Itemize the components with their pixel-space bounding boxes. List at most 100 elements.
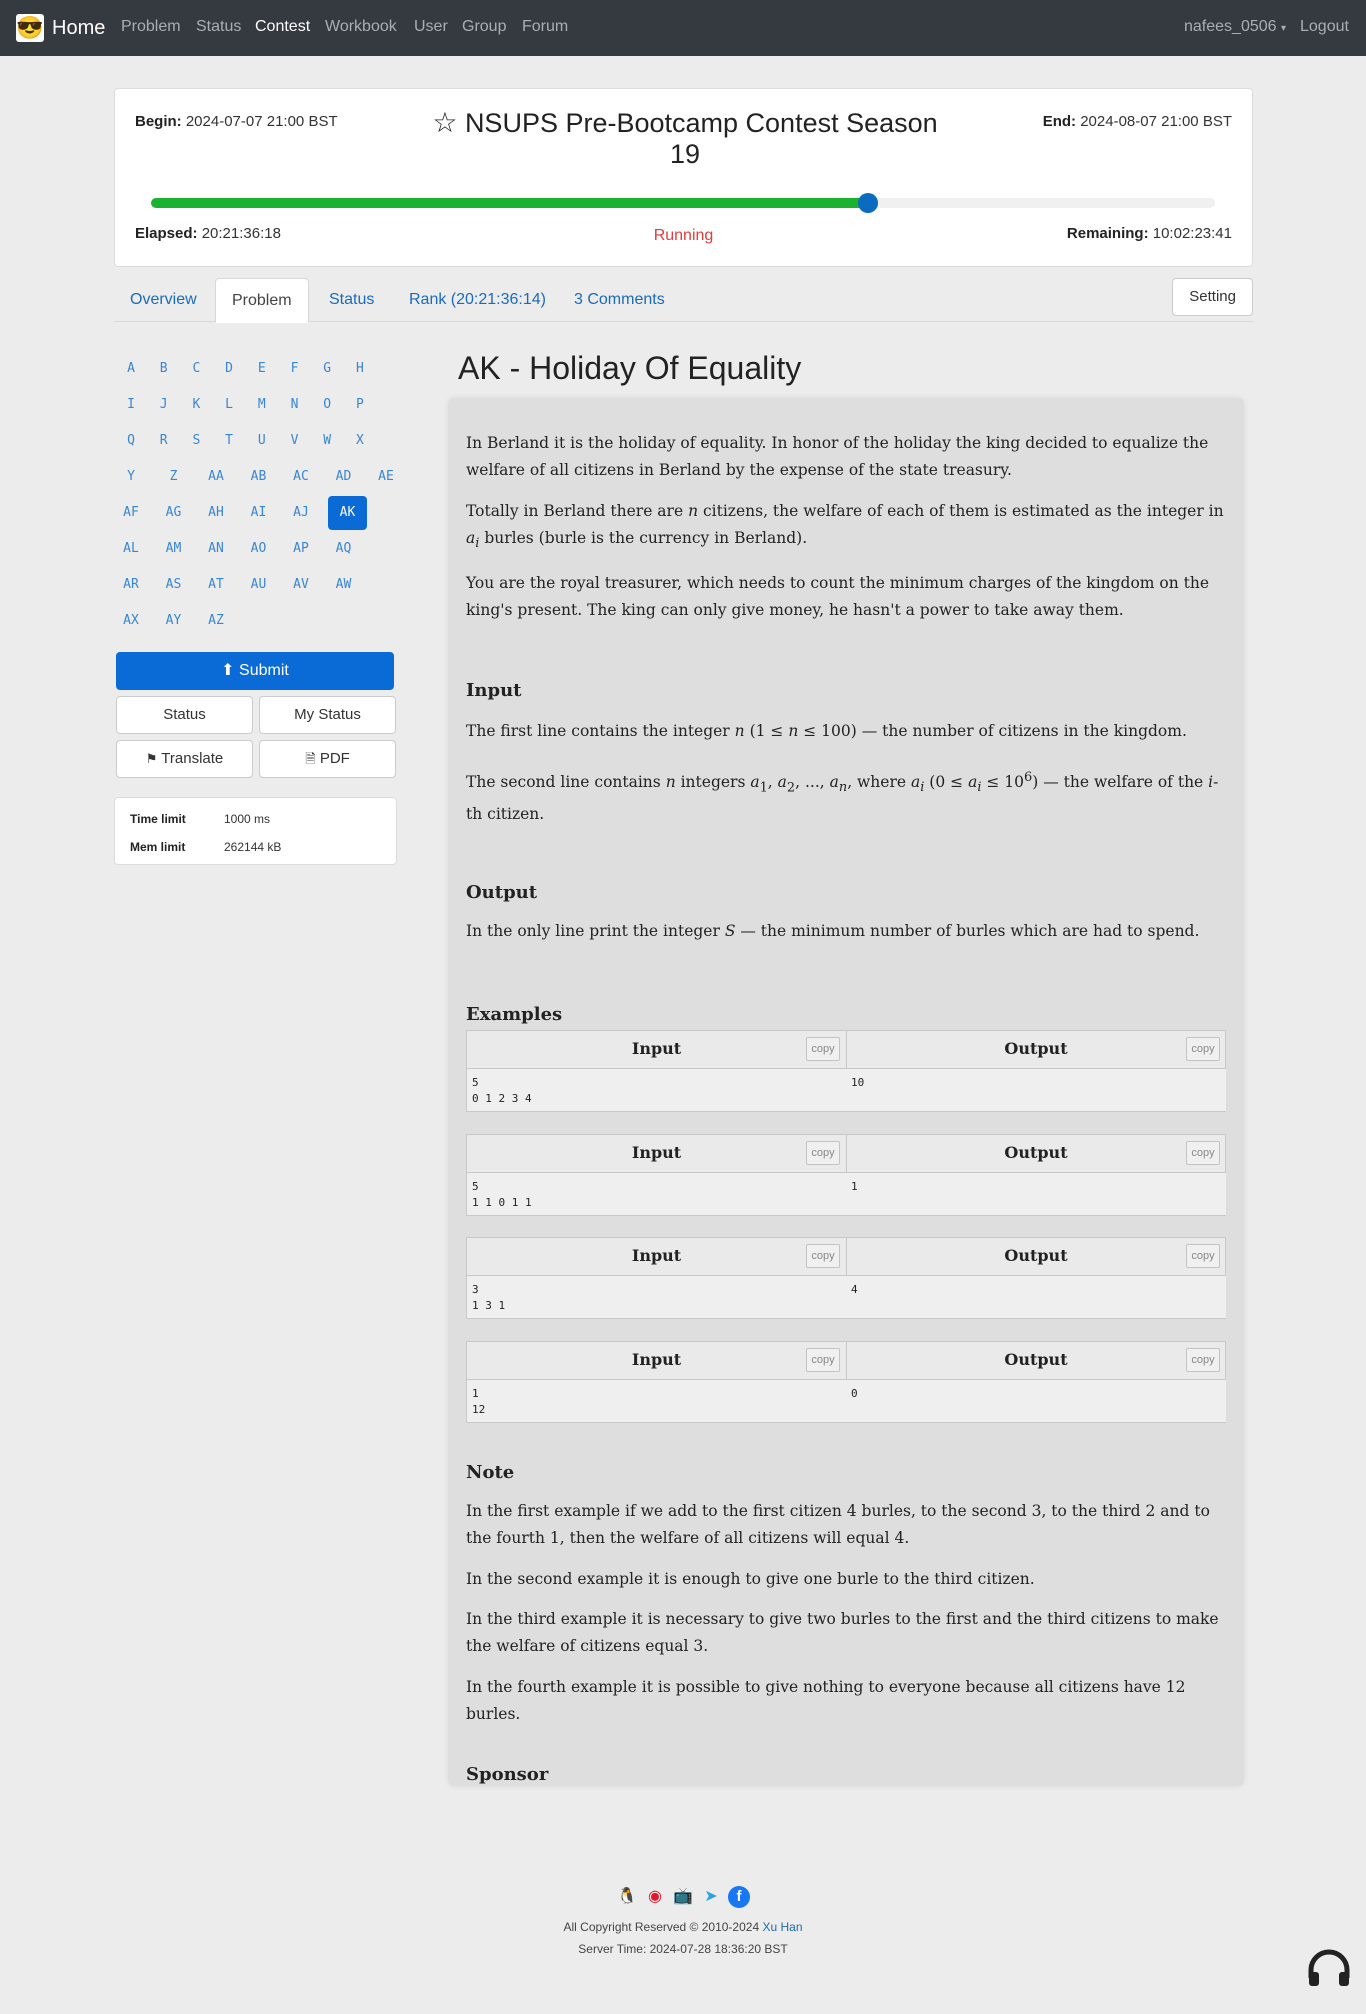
nav-group[interactable]: Group — [462, 18, 506, 36]
time-limit-value: 1000 ms — [224, 812, 271, 826]
problem-letter-ab[interactable]: AB — [240, 460, 278, 494]
headphone-icon[interactable] — [1306, 1948, 1352, 1988]
example-output-data: 0 — [846, 1379, 1226, 1422]
problem-letter-as[interactable]: AS — [155, 568, 193, 602]
problem-letter-af[interactable]: AF — [112, 496, 150, 530]
nav-forum[interactable]: Forum — [522, 18, 568, 36]
translate-button[interactable]: ⚑ Translate — [116, 740, 253, 778]
problem-letter-y[interactable]: Y — [112, 460, 150, 494]
pdf-button[interactable]: 🗎 PDF — [259, 740, 396, 778]
example-input-header: Input copy — [467, 1134, 847, 1173]
remaining-label: Remaining: — [1066, 225, 1149, 242]
statement-intro-2: Totally in Berland there are n citizens,… — [466, 502, 1224, 552]
copy-input-button[interactable]: copy — [806, 1244, 840, 1268]
problem-letter-p[interactable]: P — [341, 388, 379, 422]
problem-letter-al[interactable]: AL — [112, 532, 150, 566]
problem-letter-at[interactable]: AT — [197, 568, 235, 602]
problem-letter-ax[interactable]: AX — [112, 604, 150, 638]
problem-letter-aa[interactable]: AA — [197, 460, 235, 494]
my-status-button[interactable]: My Status — [259, 696, 396, 734]
input-heading: Input — [466, 680, 522, 701]
nav-contest[interactable]: Contest — [255, 18, 310, 36]
progress-knob[interactable] — [858, 193, 879, 213]
problem-letter-ar[interactable]: AR — [112, 568, 150, 602]
user-menu[interactable]: nafees_0506 ▾ — [1184, 18, 1286, 36]
setting-button[interactable]: Setting — [1172, 278, 1253, 316]
copy-input-button[interactable]: copy — [806, 1347, 840, 1372]
example-output-label: Output — [1004, 1246, 1068, 1265]
problem-letter-ay[interactable]: AY — [155, 604, 193, 638]
home-link[interactable]: 😎 Home — [16, 14, 105, 42]
note-heading: Note — [466, 1462, 515, 1483]
problem-letter-x[interactable]: X — [341, 424, 379, 458]
tab-overview[interactable]: Overview — [114, 278, 213, 322]
example-output-data: 10 — [846, 1069, 1226, 1111]
problem-letter-av[interactable]: AV — [282, 568, 320, 602]
qq-icon[interactable]: 🐧 — [616, 1886, 638, 1908]
input-line-1: The first line contains the integer n (1… — [466, 722, 1187, 740]
end-time: End: 2024-08-07 21:00 BST — [1043, 113, 1232, 130]
problem-letter-ao[interactable]: AO — [240, 532, 278, 566]
pdf-label: PDF — [319, 750, 350, 767]
facebook-icon[interactable]: f — [728, 1886, 750, 1908]
problem-letter-ak[interactable]: AK — [328, 496, 367, 530]
problem-statement: In Berland it is the holiday of equality… — [448, 398, 1244, 1786]
problem-letter-aw[interactable]: AW — [325, 568, 363, 602]
copy-output-button[interactable]: copy — [1186, 1037, 1220, 1061]
problem-letter-an[interactable]: AN — [197, 532, 235, 566]
copy-input-button[interactable]: copy — [806, 1037, 840, 1061]
problem-letter-z[interactable]: Z — [155, 460, 193, 494]
submit-button[interactable]: ⬆ Submit — [116, 652, 394, 690]
contest-progress-bar[interactable] — [151, 193, 1215, 213]
problem-letter-ae[interactable]: AE — [367, 460, 405, 494]
telegram-icon[interactable]: ➤ — [700, 1886, 722, 1908]
problem-letter-am[interactable]: AM — [155, 532, 193, 566]
mem-limit-value: 262144 kB — [224, 840, 282, 854]
tab-rank[interactable]: Rank (20:21:36:14) — [393, 278, 562, 322]
contest-tabs: Overview Problem Status Rank (20:21:36:1… — [114, 278, 1253, 323]
problem-letter-ap[interactable]: AP — [282, 532, 320, 566]
submit-label: Submit — [239, 662, 289, 679]
star-icon[interactable]: ☆ — [432, 107, 457, 138]
problem-letter-au[interactable]: AU — [240, 568, 278, 602]
weibo-icon[interactable]: ◉ — [644, 1886, 666, 1908]
problem-letter-ai[interactable]: AI — [240, 496, 278, 530]
problem-letter-aq[interactable]: AQ — [325, 532, 363, 566]
tab-status[interactable]: Status — [313, 278, 390, 322]
output-line: In the only line print the integer S — t… — [466, 922, 1200, 940]
mem-limit-label: Mem limit — [130, 840, 186, 854]
bilibili-icon[interactable]: 📺 — [672, 1886, 694, 1908]
copy-input-button[interactable]: copy — [806, 1140, 840, 1165]
problem-letter-ac[interactable]: AC — [282, 460, 320, 494]
logout-link[interactable]: Logout — [1300, 18, 1349, 36]
problem-letter-az[interactable]: AZ — [197, 604, 235, 638]
copy-output-button[interactable]: copy — [1186, 1140, 1220, 1165]
note-3: In the third example it is necessary to … — [466, 1610, 1219, 1655]
copy-output-button[interactable]: copy — [1186, 1347, 1220, 1372]
status-button[interactable]: Status — [116, 696, 253, 734]
translate-label: Translate — [161, 750, 224, 767]
nav-workbook[interactable]: Workbook — [325, 18, 397, 36]
nav-status[interactable]: Status — [196, 18, 241, 36]
problem-letter-ad[interactable]: AD — [325, 460, 363, 494]
copy-output-button[interactable]: copy — [1186, 1244, 1220, 1268]
tab-comments[interactable]: 3 Comments — [558, 278, 681, 322]
footer: 🐧 ◉ 📺 ➤ f All Copyright Reserved © 2010-… — [0, 1886, 1366, 1960]
end-label: End: — [1042, 113, 1077, 130]
problem-letter-aj[interactable]: AJ — [282, 496, 320, 530]
example-output-header: Output copy — [846, 1031, 1226, 1069]
author-link[interactable]: Xu Han — [762, 1920, 802, 1934]
problem-letter-ah[interactable]: AH — [197, 496, 235, 530]
example-output-data: 1 — [846, 1172, 1226, 1215]
problem-letter-ag[interactable]: AG — [155, 496, 193, 530]
tab-problem[interactable]: Problem — [215, 278, 309, 323]
problem-letter-h[interactable]: H — [341, 352, 379, 386]
example-input-data: 5 1 1 0 1 1 — [467, 1172, 847, 1215]
example-input-label: Input — [631, 1349, 682, 1369]
nav-user[interactable]: User — [414, 18, 448, 36]
begin-time: Begin: 2024-07-07 21:00 BST — [135, 113, 338, 130]
brand-label: Home — [52, 16, 106, 39]
note-2: In the second example it is enough to gi… — [466, 1570, 1035, 1588]
nav-problem[interactable]: Problem — [121, 18, 181, 36]
example-input-header: Input copy — [467, 1031, 847, 1069]
